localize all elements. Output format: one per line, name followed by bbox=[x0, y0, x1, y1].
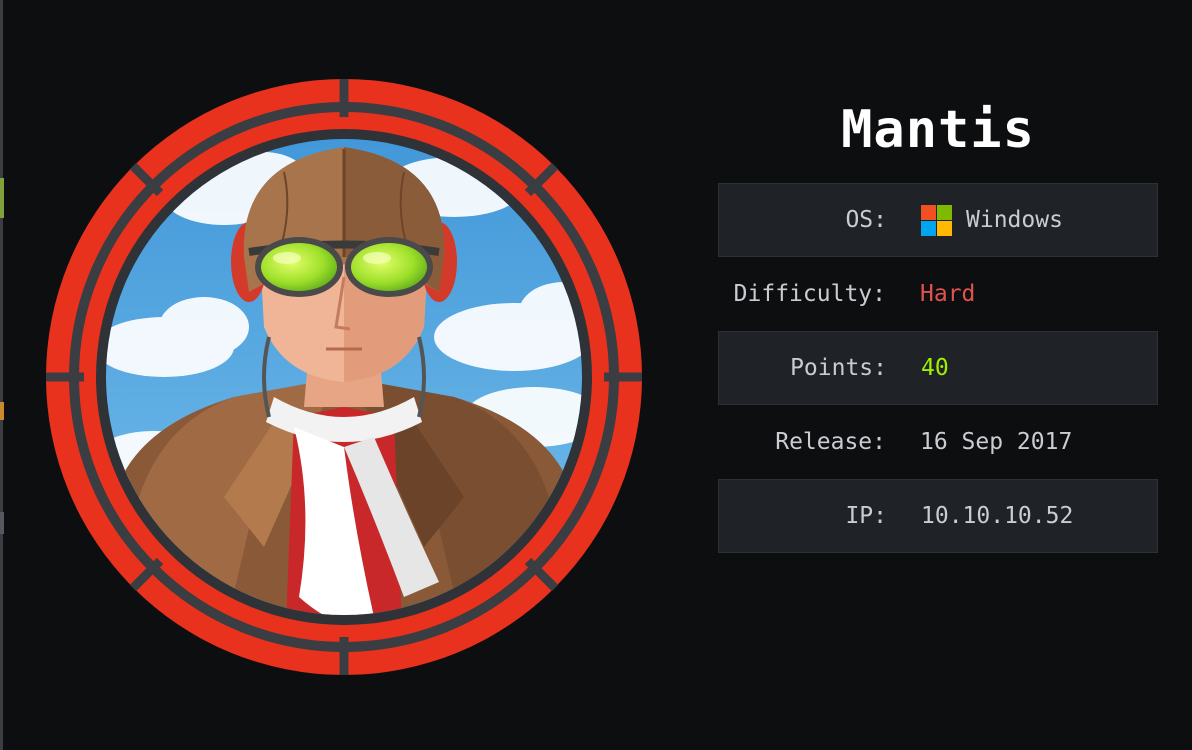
difficulty-label: Difficulty: bbox=[733, 281, 886, 307]
os-value: Windows bbox=[966, 207, 1063, 233]
os-value-wrapper: Windows bbox=[921, 204, 1063, 236]
info-row-points: Points: 40 bbox=[718, 331, 1158, 405]
machine-name: Mantis bbox=[841, 100, 1035, 160]
difficulty-value: Hard bbox=[920, 281, 976, 307]
points-value: 40 bbox=[921, 355, 949, 381]
machine-avatar bbox=[46, 79, 642, 675]
ip-label: IP: bbox=[845, 503, 887, 529]
os-label: OS: bbox=[845, 207, 887, 233]
machine-info-table: OS: Windows Difficulty: Hard Points: 40 … bbox=[718, 183, 1158, 553]
left-strip-marker bbox=[0, 512, 4, 534]
points-label: Points: bbox=[790, 355, 887, 381]
left-edge-strip bbox=[0, 0, 3, 750]
info-row-difficulty: Difficulty: Hard bbox=[718, 257, 1158, 331]
left-strip-marker bbox=[0, 178, 4, 218]
info-row-os: OS: Windows bbox=[718, 183, 1158, 257]
info-row-ip: IP: 10.10.10.52 bbox=[718, 479, 1158, 553]
ip-value: 10.10.10.52 bbox=[921, 503, 1074, 529]
release-label: Release: bbox=[775, 429, 886, 455]
info-row-release: Release: 16 Sep 2017 bbox=[718, 405, 1158, 479]
windows-logo-icon bbox=[921, 204, 952, 236]
release-value: 16 Sep 2017 bbox=[920, 429, 1073, 455]
left-strip-marker bbox=[0, 402, 4, 420]
